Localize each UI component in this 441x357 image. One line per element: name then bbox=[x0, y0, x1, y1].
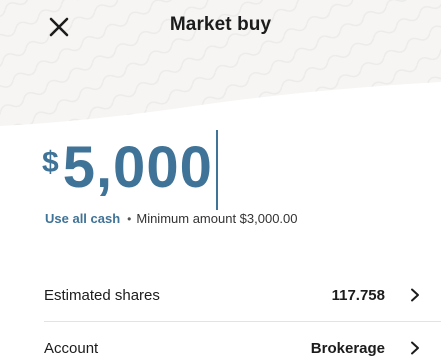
amount-value: 5,000 bbox=[62, 135, 213, 200]
page-title: Market buy bbox=[169, 14, 272, 35]
chevron-right-icon bbox=[407, 287, 423, 303]
use-all-cash-link[interactable]: Use all cash bbox=[45, 211, 120, 226]
estimated-shares-row[interactable]: Estimated shares 117.758 bbox=[44, 283, 441, 307]
amount-helper: Use all cash • Minimum amount $3,000.00 bbox=[45, 211, 298, 226]
header: Market buy bbox=[0, 0, 441, 52]
minimum-amount-text: Minimum amount $3,000.00 bbox=[136, 211, 298, 226]
account-value: Brokerage bbox=[310, 339, 385, 357]
chevron-right-icon bbox=[407, 340, 423, 356]
separator-dot: • bbox=[127, 211, 132, 226]
divider bbox=[44, 321, 441, 322]
market-buy-screen: Market buy $ 5,000 Use all cash • Minimu… bbox=[0, 0, 441, 357]
text-caret bbox=[215, 130, 218, 210]
currency-symbol: $ bbox=[42, 146, 59, 179]
account-label: Account bbox=[44, 339, 99, 357]
estimated-shares-label: Estimated shares bbox=[44, 286, 160, 304]
estimated-shares-value: 117.758 bbox=[331, 286, 385, 304]
account-row[interactable]: Account Brokerage bbox=[44, 336, 441, 357]
amount-input[interactable]: $ 5,000 bbox=[42, 128, 218, 210]
